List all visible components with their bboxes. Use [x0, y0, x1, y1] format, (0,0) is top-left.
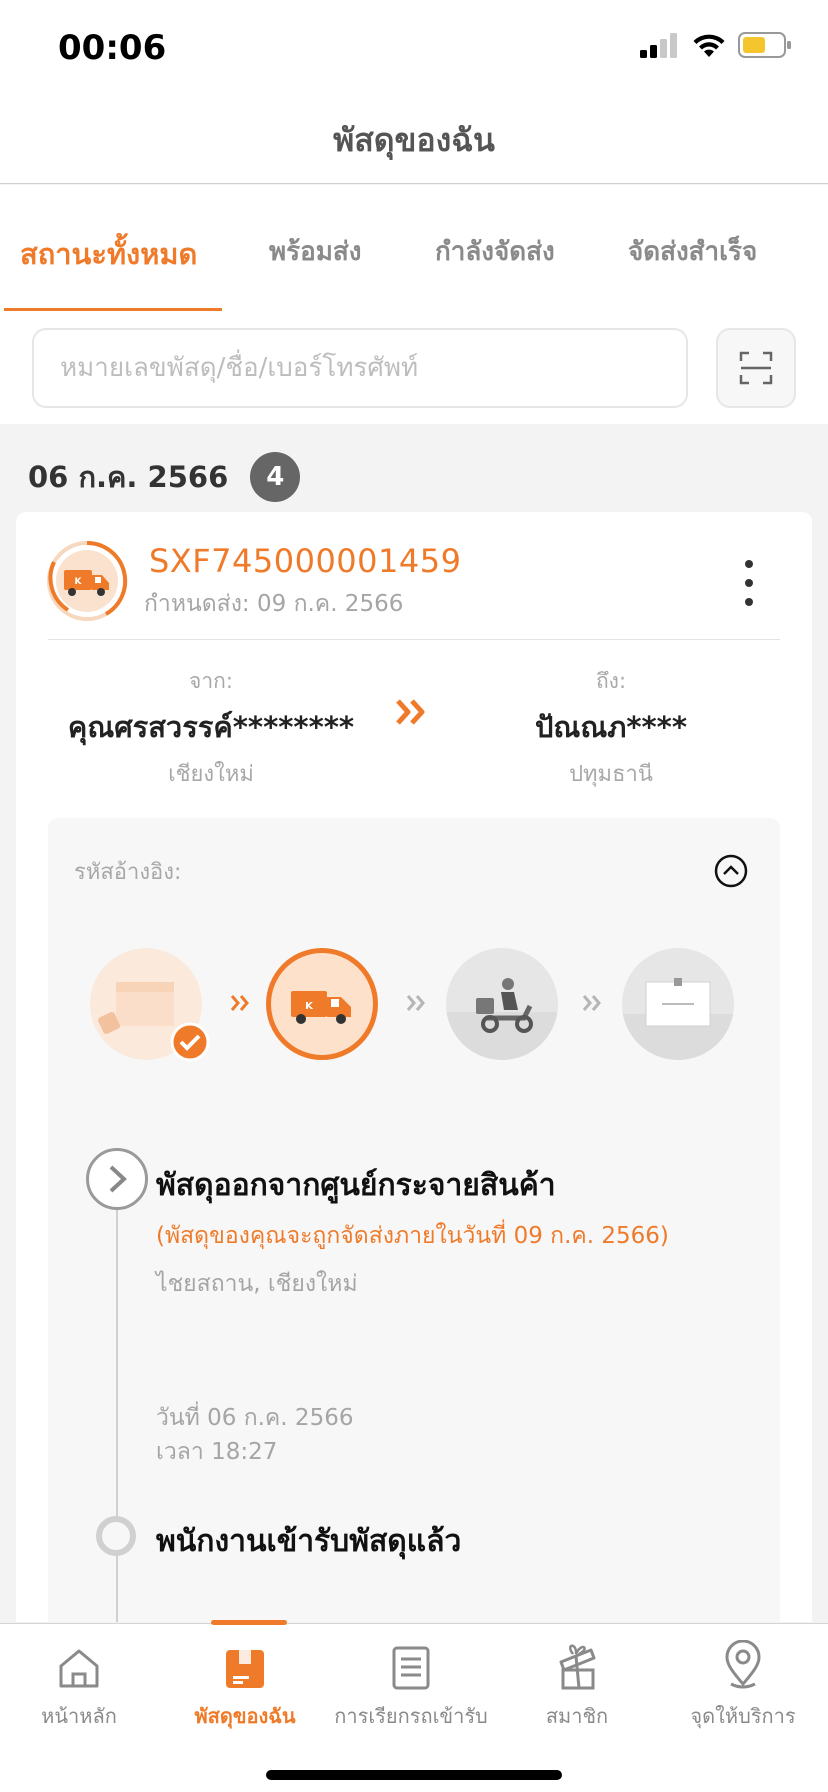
nav-label: การเรียกรถเข้ารับ [334, 1704, 488, 1728]
nav-my-parcels[interactable]: พัสดุของฉัน [162, 1640, 328, 1732]
nav-member[interactable]: สมาชิก [494, 1640, 660, 1732]
event-location: ไชยสถาน, เชียงใหม่ [156, 1271, 358, 1297]
collapse-chevron-up-icon[interactable] [714, 854, 748, 888]
reference-label: รหัสอ้างอิง: [74, 860, 182, 885]
tab-ready-to-ship[interactable]: พร้อมส่ง [269, 231, 361, 272]
nav-label: หน้าหลัก [41, 1704, 117, 1728]
status-time: 00:06 [58, 28, 167, 68]
status-bar: 00:06 [0, 0, 828, 96]
step-delivered [622, 948, 734, 1060]
search-box [32, 328, 688, 408]
step-arrow-icon [230, 995, 249, 1011]
group-date: 06 ก.ค. 2566 [28, 460, 229, 494]
home-indicator [266, 1770, 562, 1780]
scan-button[interactable] [716, 328, 796, 408]
bottom-nav: หน้าหลัก พัสดุของฉัน การเรียกรถเข้ารับ ส… [0, 1620, 828, 1792]
more-options-icon[interactable] [738, 560, 760, 606]
nav-home[interactable]: หน้าหลัก [0, 1640, 162, 1732]
tab-all-status[interactable]: สถานะทั้งหมด [20, 231, 197, 277]
active-nav-indicator [211, 1620, 287, 1625]
card-divider [48, 639, 780, 640]
delivery-truck-status-icon: K [47, 540, 128, 621]
event-time: เวลา 18:27 [156, 1439, 278, 1465]
tab-delivered[interactable]: จัดส่งสำเร็จ [628, 231, 757, 272]
event-note: (พัสดุของคุณจะถูกจัดส่งภายในวันที่ 09 ก.… [156, 1223, 669, 1249]
scan-icon [739, 351, 773, 385]
tracking-number[interactable]: SXF745000001459 [149, 542, 461, 580]
delivery-scooter-icon [446, 978, 558, 1060]
timeline-node-current [86, 1148, 148, 1210]
check-badge-icon [170, 1022, 210, 1062]
nav-pickup-request[interactable]: การเรียกรถเข้ารับ [328, 1640, 494, 1732]
svg-text:K: K [75, 577, 83, 587]
event-title: พัสดุออกจากศูนย์กระจายสินค้า [156, 1168, 556, 1203]
sender-label: จาก: [189, 669, 233, 693]
parcel-card[interactable]: K SXF745000001459 กำหนดส่ง: 09 ก.ค. 2566… [16, 512, 812, 1622]
chevron-right-icon [109, 1165, 127, 1193]
gift-icon [559, 1644, 596, 1690]
tracking-details-panel: รหัสอ้างอิง: K พัสดุออกจากศูนย์กระจายสิน… [48, 818, 780, 1622]
svg-text:K: K [305, 1001, 314, 1012]
event-date: วันที่ 06 ก.ค. 2566 [156, 1405, 354, 1431]
due-date: กำหนดส่ง: 09 ก.ค. 2566 [144, 591, 404, 617]
battery-icon [738, 32, 791, 58]
step-out-for-delivery [446, 948, 558, 1060]
home-icon [59, 1649, 99, 1688]
double-chevron-right-icon [396, 699, 425, 725]
recipient: ถึง: ปัณณภ**** ปทุมธานี [451, 665, 771, 791]
nav-label: พัสดุของฉัน [194, 1704, 296, 1728]
search-input[interactable] [34, 330, 686, 406]
search-row [0, 311, 828, 424]
event-title: พนักงานเข้ารับพัสดุแล้ว [156, 1524, 462, 1559]
sender: จาก: คุณศรสวรรค์******** เชียงใหม่ [51, 665, 371, 791]
status-tabs: สถานะทั้งหมด พร้อมส่ง กำลังจัดส่ง จัดส่ง… [0, 185, 828, 311]
recipient-city: ปทุมธานี [569, 762, 653, 787]
sender-city: เชียงใหม่ [168, 762, 254, 787]
app-header: พัสดุของฉัน [0, 96, 828, 184]
group-count-badge: 4 [250, 452, 301, 502]
tab-in-transit[interactable]: กำลังจัดส่ง [435, 231, 555, 272]
delivered-box-icon [622, 978, 734, 1060]
parcel-box-icon [226, 1650, 264, 1688]
page-title: พัสดุของฉัน [333, 121, 495, 159]
step-in-transit: K [266, 948, 378, 1060]
nav-label: จุดให้บริการ [690, 1704, 796, 1728]
cellular-signal-icon [640, 33, 677, 58]
wifi-icon [693, 34, 725, 57]
delivery-truck-icon: K [291, 991, 351, 1024]
recipient-label: ถึง: [595, 669, 627, 693]
recipient-name: ปัณณภ**** [535, 710, 687, 744]
map-pin-icon [725, 1640, 761, 1689]
step-arrow-icon [406, 995, 425, 1011]
step-arrow-icon [582, 995, 601, 1011]
status-icons [640, 32, 792, 58]
document-list-icon [392, 1646, 430, 1690]
timeline-node [96, 1516, 136, 1556]
nav-service-points[interactable]: จุดให้บริการ [660, 1640, 826, 1732]
nav-label: สมาชิก [545, 1704, 609, 1728]
progress-steps: K [48, 948, 780, 1068]
sender-name: คุณศรสวรรค์******** [67, 710, 355, 744]
date-group-header: 06 ก.ค. 2566 4 [28, 452, 301, 502]
